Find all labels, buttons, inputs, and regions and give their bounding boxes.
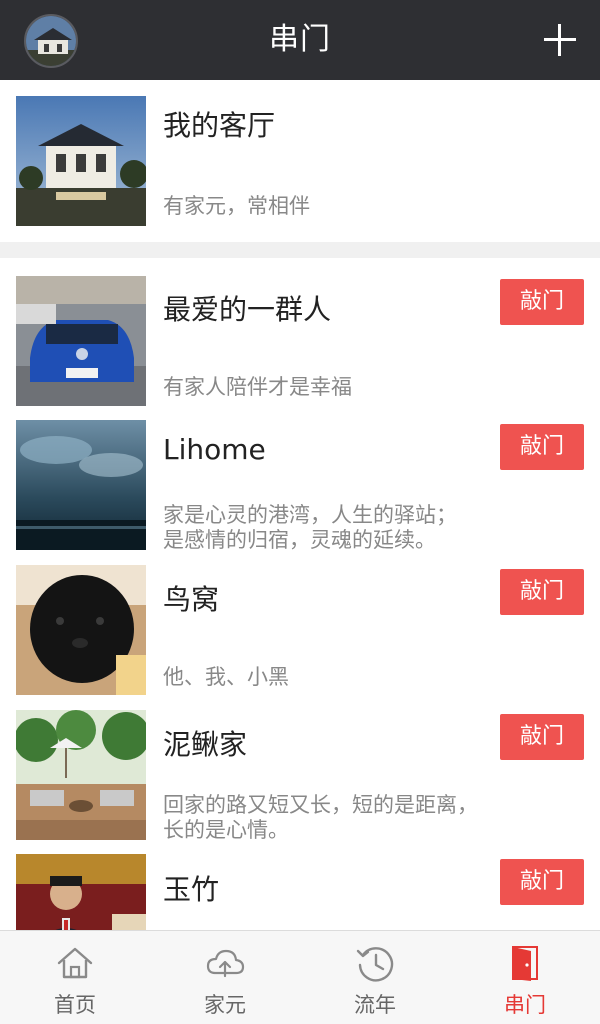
app-root: 串门 我的客厅 有家元，常相伴 最爱的一群人 有家人陪伴才是幸福 敲门 Liho…: [0, 0, 600, 1024]
knock-button[interactable]: 敲门: [500, 859, 584, 905]
tab-label: 首页: [54, 993, 96, 1017]
room-desc: 他、我、小黑: [163, 665, 289, 689]
knock-button[interactable]: 敲门: [500, 424, 584, 470]
room-title: Lihome: [163, 433, 266, 466]
room-thumbnail: [16, 565, 146, 695]
room-title: 玉竹: [163, 873, 220, 906]
tab-liunian[interactable]: 流年: [300, 931, 450, 1024]
history-clock-icon: [355, 943, 395, 983]
page-title: 串门: [269, 22, 331, 57]
tab-label: 串门: [504, 993, 546, 1017]
avatar[interactable]: [24, 14, 78, 68]
tab-jiayuan[interactable]: 家元: [150, 931, 300, 1024]
add-button[interactable]: [542, 22, 578, 58]
home-icon: [55, 943, 95, 983]
door-icon: [505, 943, 545, 983]
room-title: 最爱的一群人: [163, 293, 332, 326]
my-room-card[interactable]: 我的客厅 有家元，常相伴: [0, 80, 600, 242]
room-list[interactable]: 最爱的一群人 有家人陪伴才是幸福 敲门 Lihome 家是心灵的港湾，人生的驿站…: [0, 258, 600, 930]
my-room-title: 我的客厅: [163, 109, 276, 142]
room-desc-line1: 回家的路又短又长，短的是距离，: [163, 793, 478, 817]
knock-button[interactable]: 敲门: [500, 279, 584, 325]
room-thumbnail: [16, 854, 146, 930]
tab-label: 流年: [354, 993, 396, 1017]
tab-home[interactable]: 首页: [0, 931, 150, 1024]
knock-button[interactable]: 敲门: [500, 714, 584, 760]
list-item[interactable]: Lihome 家是心灵的港湾，人生的驿站； 是感情的归宿，灵魂的延续。 敲门: [0, 403, 600, 552]
top-bar: 串门: [0, 0, 600, 80]
list-item[interactable]: 最爱的一群人 有家人陪伴才是幸福 敲门: [0, 258, 600, 406]
list-item[interactable]: 泥鳅家 回家的路又短又长，短的是距离， 长的是心情。 敲门: [0, 693, 600, 842]
list-item[interactable]: 玉竹 敲门: [0, 838, 600, 930]
room-thumbnail: [16, 420, 146, 550]
room-title: 泥鳅家: [163, 728, 248, 761]
bottom-tab-bar: 首页 家元 流年 串门: [0, 930, 600, 1024]
room-title: 鸟窝: [163, 583, 220, 616]
list-item[interactable]: 鸟窝 他、我、小黑 敲门: [0, 548, 600, 695]
room-desc-line1: 家是心灵的港湾，人生的驿站；: [163, 503, 457, 527]
room-thumbnail: [16, 276, 146, 406]
section-divider: [0, 242, 600, 258]
my-room-thumbnail: [16, 96, 146, 226]
my-room-desc: 有家元，常相伴: [163, 194, 310, 218]
room-desc: 有家人陪伴才是幸福: [163, 375, 352, 399]
room-thumbnail: [16, 710, 146, 840]
tab-chuanmen[interactable]: 串门: [450, 931, 600, 1024]
cloud-upload-icon: [205, 943, 245, 983]
knock-button[interactable]: 敲门: [500, 569, 584, 615]
tab-label: 家元: [204, 993, 246, 1017]
